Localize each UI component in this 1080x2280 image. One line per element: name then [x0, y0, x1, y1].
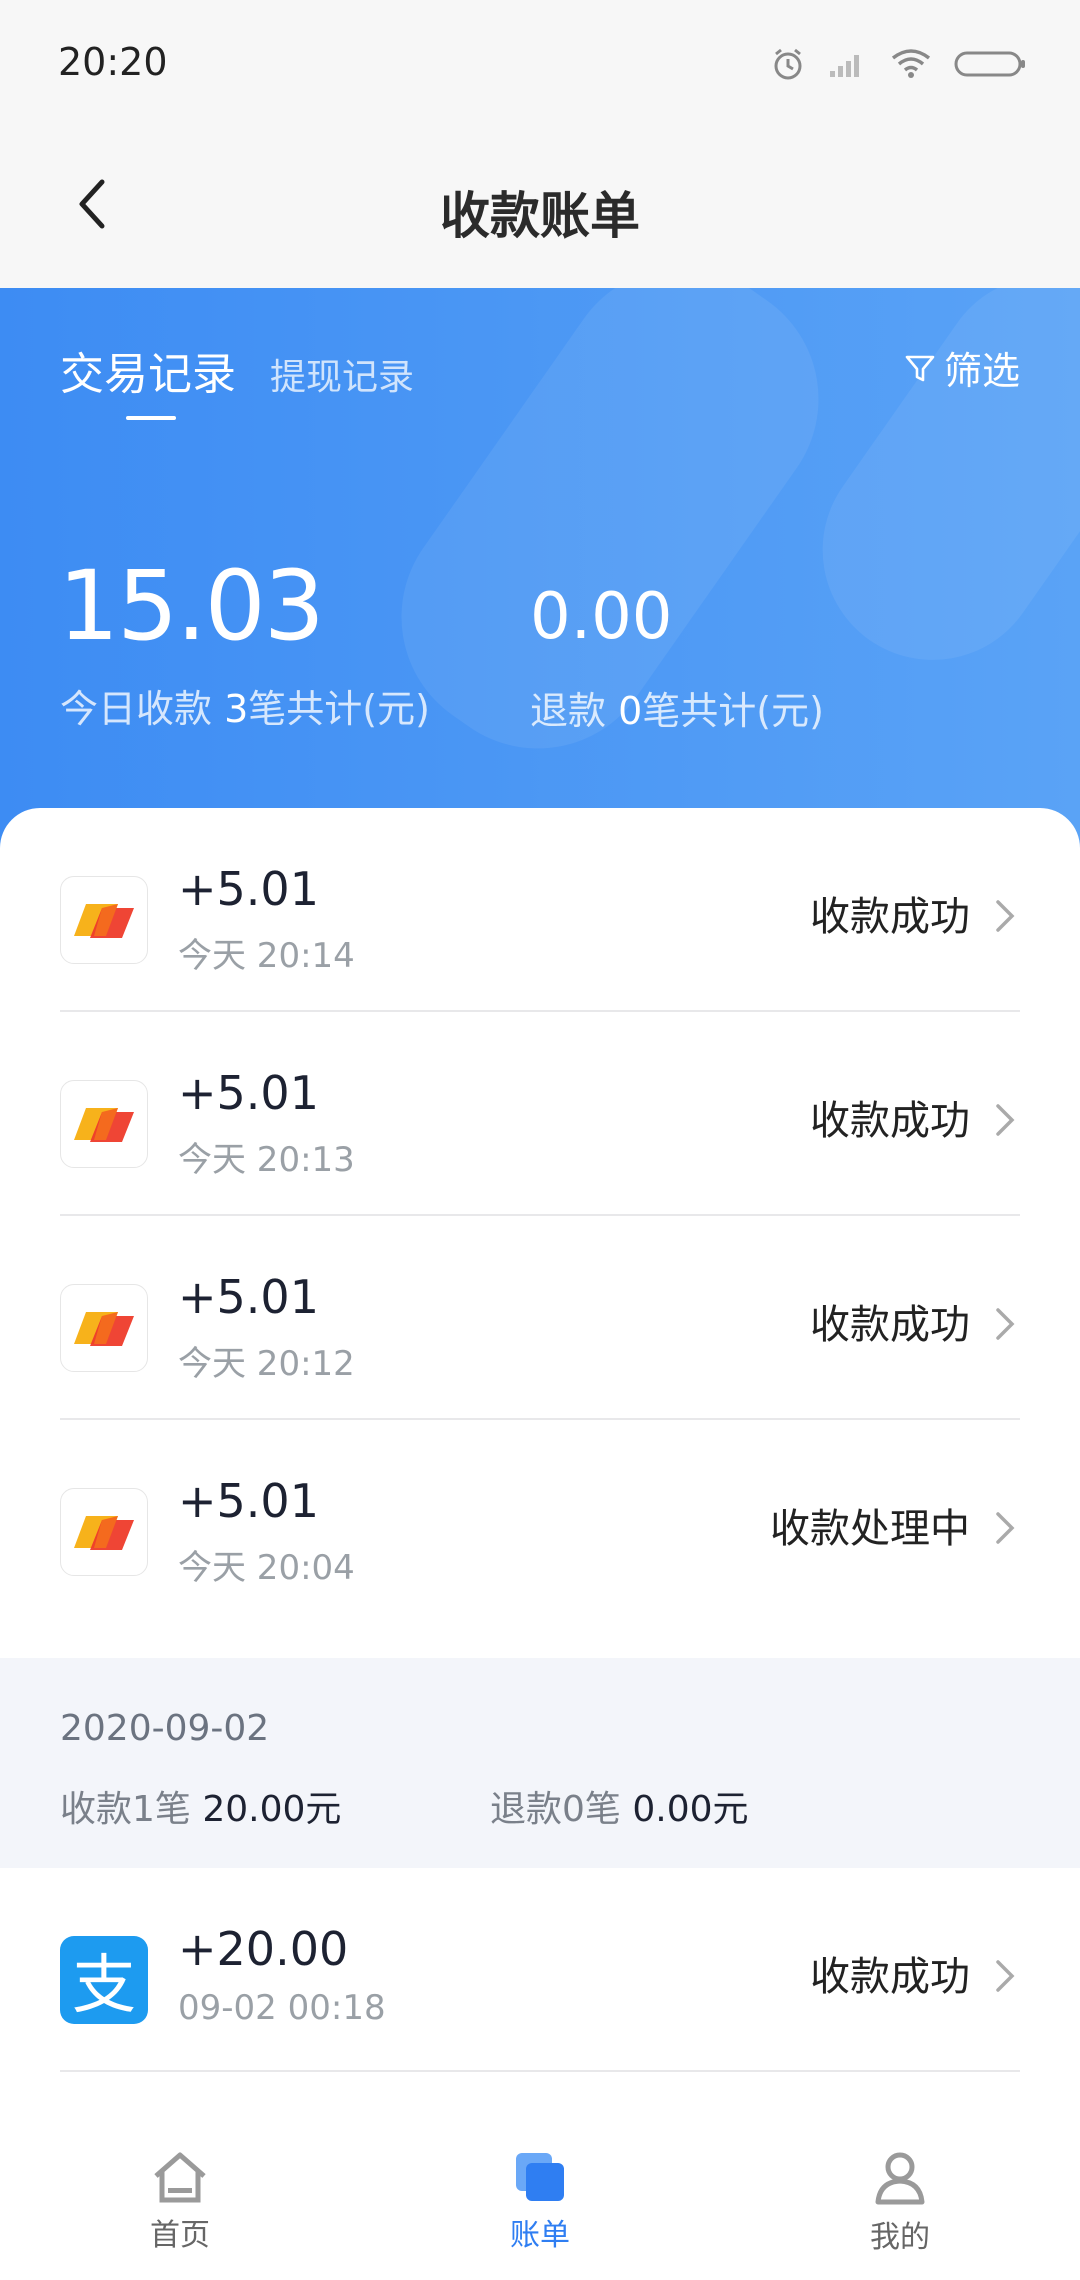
today-count: 3 — [224, 687, 249, 731]
group-income-summary: 收款1笔 20.00元 — [60, 1789, 342, 1830]
refund-label: 退款 0笔共计(元) — [530, 689, 824, 733]
user-icon — [875, 2152, 925, 2205]
signal-icon — [830, 55, 859, 77]
status-icons — [770, 44, 1028, 84]
tab-bill[interactable]: 账单 — [440, 2150, 640, 2254]
tab-mine[interactable]: 我的 — [800, 2150, 1000, 2256]
bottom-tab-bar: 首页 账单 我的 — [0, 2120, 1080, 2280]
filter-label: 筛选 — [943, 349, 1020, 393]
transaction-amount: +5.01 — [178, 862, 319, 916]
tab-home-label: 首页 — [150, 2218, 210, 2253]
transaction-row[interactable]: +5.01 今天 20:13 收款成功 — [60, 1012, 1020, 1216]
transaction-row[interactable]: 支 +20.00 09-02 00:18 收款成功 — [60, 1868, 1020, 2072]
alarm-icon — [774, 48, 802, 80]
today-income-label: 今日收款 3笔共计(元) — [60, 687, 430, 731]
alipay-icon: 支 — [60, 1936, 148, 2024]
card-pay-icon — [60, 1284, 148, 1372]
tab-home[interactable]: 首页 — [80, 2150, 280, 2254]
chevron-right-icon — [990, 1304, 1020, 1344]
transaction-row[interactable]: +5.01 今天 20:14 收款成功 — [60, 808, 1020, 1012]
transactions-card: +5.01 今天 20:14 收款成功 +5.01 今天 20:13 收款成功 … — [0, 808, 1080, 1658]
group-refund-summary: 退款0笔 0.00元 — [490, 1789, 749, 1830]
nav-bar: 收款账单 — [0, 126, 1080, 288]
transaction-status: 收款成功 — [810, 1954, 970, 2000]
wifi-icon — [891, 49, 931, 78]
chevron-right-icon — [990, 1100, 1020, 1140]
filter-icon — [905, 355, 935, 381]
transaction-amount: +5.01 — [178, 1270, 319, 1324]
group-date: 2020-09-02 — [60, 1708, 270, 1749]
tab-mine-label: 我的 — [870, 2220, 930, 2255]
transaction-time: 今天 20:13 — [178, 1140, 355, 1180]
transaction-status: 收款成功 — [810, 1098, 970, 1144]
page-title: 收款账单 — [440, 187, 640, 245]
date-group-header: 2020-09-02 收款1笔 20.00元 退款0笔 0.00元 — [0, 1658, 1080, 1868]
card-pay-icon — [60, 1080, 148, 1168]
chevron-right-icon — [990, 1508, 1020, 1548]
tab-transactions[interactable]: 交易记录 — [60, 338, 236, 402]
card-pay-icon — [60, 876, 148, 964]
transaction-status: 收款成功 — [810, 894, 970, 940]
status-bar: 20:20 — [0, 0, 1080, 126]
tab-withdrawals[interactable]: 提现记录 — [270, 348, 414, 400]
card-pay-icon — [60, 1488, 148, 1576]
transaction-time: 今天 20:14 — [178, 936, 355, 976]
transaction-status: 收款成功 — [810, 1302, 970, 1348]
bill-icon — [516, 2153, 564, 2201]
status-time: 20:20 — [58, 40, 168, 84]
transaction-time: 今天 20:12 — [178, 1344, 355, 1384]
refund-count: 0 — [618, 689, 643, 733]
transaction-amount: +20.00 — [178, 1922, 349, 1976]
summary-header: 交易记录 提现记录 筛选 15.03 今日收款 3笔共计(元) 0.00 退款 … — [0, 288, 1080, 848]
refund-amount: 0.00 — [530, 580, 673, 654]
transaction-status: 收款处理中 — [770, 1506, 970, 1552]
filter-button[interactable]: 筛选 — [904, 340, 1020, 395]
home-icon — [154, 2152, 206, 2203]
divider — [60, 2070, 1020, 2072]
transaction-amount: +5.01 — [178, 1474, 319, 1528]
transaction-row[interactable]: +5.01 今天 20:04 收款处理中 — [60, 1420, 1020, 1624]
transaction-time: 今天 20:04 — [178, 1548, 355, 1588]
transaction-time: 09-02 00:18 — [178, 1988, 386, 2028]
tab-indicator — [126, 416, 176, 420]
battery-icon — [954, 51, 1025, 77]
today-income-amount: 15.03 — [58, 550, 325, 662]
chevron-right-icon — [990, 1956, 1020, 1996]
tab-bill-label: 账单 — [510, 2218, 570, 2253]
chevron-right-icon — [990, 896, 1020, 936]
transaction-amount: +5.01 — [178, 1066, 319, 1120]
transaction-row[interactable]: +5.01 今天 20:12 收款成功 — [60, 1216, 1020, 1420]
